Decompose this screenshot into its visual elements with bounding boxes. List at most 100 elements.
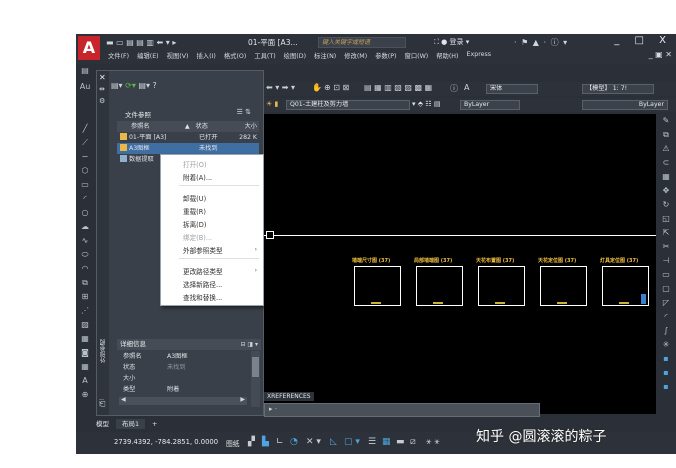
table-icon[interactable]: ▦: [79, 362, 91, 372]
scale-icon[interactable]: ◱: [660, 214, 672, 224]
add-layout-button[interactable]: +: [146, 419, 163, 429]
make-block-icon[interactable]: ⊞: [79, 292, 91, 302]
menu-item[interactable]: Express: [467, 51, 492, 63]
details-vscrollbar[interactable]: [251, 351, 260, 407]
break-icon[interactable]: ▭: [660, 270, 672, 280]
context-menu-item[interactable]: 选择新路径...: [183, 279, 222, 289]
menu-item[interactable]: 编辑(E): [137, 51, 159, 63]
isodraft-icon[interactable]: ✕ ▾: [306, 437, 321, 447]
drawing-sheet-frame[interactable]: [354, 266, 401, 306]
table-row[interactable]: 01-平面 [A3] 已打开 282 K: [117, 132, 259, 143]
details-header[interactable]: 详细信息 ⊟ ◨ ▾: [117, 339, 261, 350]
lineweight-icon[interactable]: ☰: [368, 437, 376, 447]
menu-item[interactable]: 绘图(D): [284, 51, 306, 63]
help-icon[interactable]: ?: [153, 81, 157, 90]
command-line[interactable]: ▸ ·: [264, 403, 540, 417]
viewport-combo[interactable]: 【模型】 1: 7!: [582, 84, 654, 94]
drawing-sheet-frame[interactable]: [416, 266, 463, 306]
column-header-size[interactable]: 大小: [229, 121, 259, 132]
menu-item[interactable]: 窗口(W): [405, 51, 429, 63]
gradient-icon[interactable]: ▦: [79, 334, 91, 344]
transparency-icon[interactable]: ▦: [382, 437, 391, 447]
draworder-front-icon[interactable]: ▪: [660, 368, 672, 378]
annotation-scale-icon[interactable]: ⚹ ⚹: [426, 437, 440, 447]
list-view-icons[interactable]: ☰ ⇅: [237, 108, 251, 116]
rotate-icon[interactable]: ↻: [660, 200, 672, 210]
revcloud-icon[interactable]: ☁: [79, 222, 91, 232]
trim-icon[interactable]: ✂: [660, 242, 672, 252]
menu-item[interactable]: 视图(V): [167, 51, 189, 63]
autocad-logo[interactable]: A: [78, 36, 100, 60]
explode-icon[interactable]: ✳: [660, 340, 672, 350]
menu-item[interactable]: 文件(F): [108, 51, 129, 63]
region-icon[interactable]: ◙: [79, 348, 91, 358]
scroll-left-icon[interactable]: ◀: [121, 396, 126, 403]
layer-state-icons[interactable]: ☀ ▮: [266, 100, 278, 108]
stretch-icon[interactable]: ⇱: [660, 228, 672, 238]
menu-item[interactable]: 插入(I): [196, 51, 215, 63]
model-space-toggle[interactable]: 图纸: [226, 438, 240, 448]
insert-block-icon[interactable]: ⧉: [79, 278, 91, 288]
menu-item[interactable]: 帮助(H): [436, 51, 458, 63]
drawing-sheet-frame[interactable]: [602, 266, 649, 306]
polar-icon[interactable]: ◔: [290, 437, 298, 447]
context-menu-item[interactable]: 打开(O): [183, 159, 207, 169]
move-icon[interactable]: ✥: [660, 186, 672, 196]
coordinate-readout[interactable]: 2739.4392, -784.2851, 0.0000: [114, 438, 218, 446]
annotation-icon[interactable]: ⧄: [410, 437, 416, 447]
layer-tools-icons[interactable]: ▾ ⬘ ☷ ▤: [412, 100, 440, 108]
ortho-icon[interactable]: ∟: [276, 437, 284, 447]
drawing-sheet-frame[interactable]: [540, 266, 587, 306]
offset-icon[interactable]: ⊂: [660, 158, 672, 168]
selection-cycling-icon[interactable]: ▬: [396, 437, 405, 447]
polygon-icon[interactable]: ⬡: [79, 166, 91, 176]
column-header-status[interactable]: ▲ 状态: [185, 121, 229, 132]
join-icon[interactable]: ▢: [660, 284, 672, 294]
point-icon[interactable]: ⋰: [79, 306, 91, 316]
context-menu-item[interactable]: 附着(A)...: [183, 172, 212, 182]
polyline-icon[interactable]: ⟋: [79, 138, 91, 148]
context-menu-item[interactable]: 更改路径类型: [183, 266, 223, 276]
erase-icon[interactable]: ✎: [660, 116, 672, 126]
menu-item[interactable]: 工具(T): [254, 51, 275, 63]
layer-combo[interactable]: Q01-土建柱及剪力墙: [286, 100, 410, 110]
color-combo[interactable]: ByLayer: [460, 100, 520, 110]
change-path-icon[interactable]: ▤▾: [138, 81, 150, 90]
text-icon[interactable]: Au: [79, 82, 91, 92]
layer-icon[interactable]: ▤: [79, 66, 91, 76]
window-controls[interactable]: _ □ X: [614, 35, 672, 46]
undo-redo-icons[interactable]: ⬅ ▾ ➡ ▾: [266, 83, 295, 92]
close-icon[interactable]: ✕: [99, 73, 106, 82]
fillet-icon[interactable]: ◜: [660, 312, 672, 322]
osnap-icon[interactable]: ▢ ▾: [344, 437, 360, 447]
palette-side-bar[interactable]: ✕ ⇹ ⚙ 外部参照 ⎗: [97, 71, 109, 415]
draworder-back-icon[interactable]: ▪: [660, 382, 672, 392]
mtext-icon[interactable]: A: [79, 376, 91, 386]
tab-layout1[interactable]: 布局1: [116, 419, 146, 429]
refresh-icon[interactable]: ⟳▾: [125, 81, 136, 90]
linetype-combo[interactable]: ByLayer: [582, 100, 668, 110]
autohide-icon[interactable]: ⇹: [99, 85, 105, 93]
snap-icon[interactable]: ▙: [262, 437, 269, 447]
help-icon[interactable]: ⓘ: [450, 83, 458, 94]
menu-item[interactable]: 参数(P): [375, 51, 396, 63]
ellipse-icon[interactable]: ⬭: [79, 250, 91, 260]
arc-icon[interactable]: ◜: [79, 194, 91, 204]
table-row-selected[interactable]: A3图框 未找到: [117, 143, 259, 154]
mirror-icon[interactable]: ⚠: [660, 144, 672, 154]
grid-icon[interactable]: ▞: [248, 437, 255, 447]
attach-dwg-icon[interactable]: ▤▾: [111, 81, 123, 90]
context-menu-item[interactable]: 查找和替换...: [183, 292, 222, 302]
menu-item[interactable]: 格式(O): [224, 51, 246, 63]
line-icon[interactable]: ╱: [79, 124, 91, 134]
context-menu-item[interactable]: 重载(R): [183, 206, 206, 216]
object-snap-icon[interactable]: ◺: [330, 437, 337, 447]
circle-icon[interactable]: ○: [79, 208, 91, 218]
chamfer-icon[interactable]: ◸: [660, 298, 672, 308]
quick-access-toolbar[interactable]: ▬ ▭ ▤ ▤ ▥ ⬅ ▾ ▸: [106, 38, 176, 47]
curve-icon[interactable]: ∿: [79, 236, 91, 246]
drawing-sheet-frame[interactable]: [478, 266, 525, 306]
scroll-thumb[interactable]: [252, 357, 259, 377]
tab-model[interactable]: 模型: [90, 419, 115, 429]
add-selected-icon[interactable]: ⊕: [79, 390, 91, 400]
